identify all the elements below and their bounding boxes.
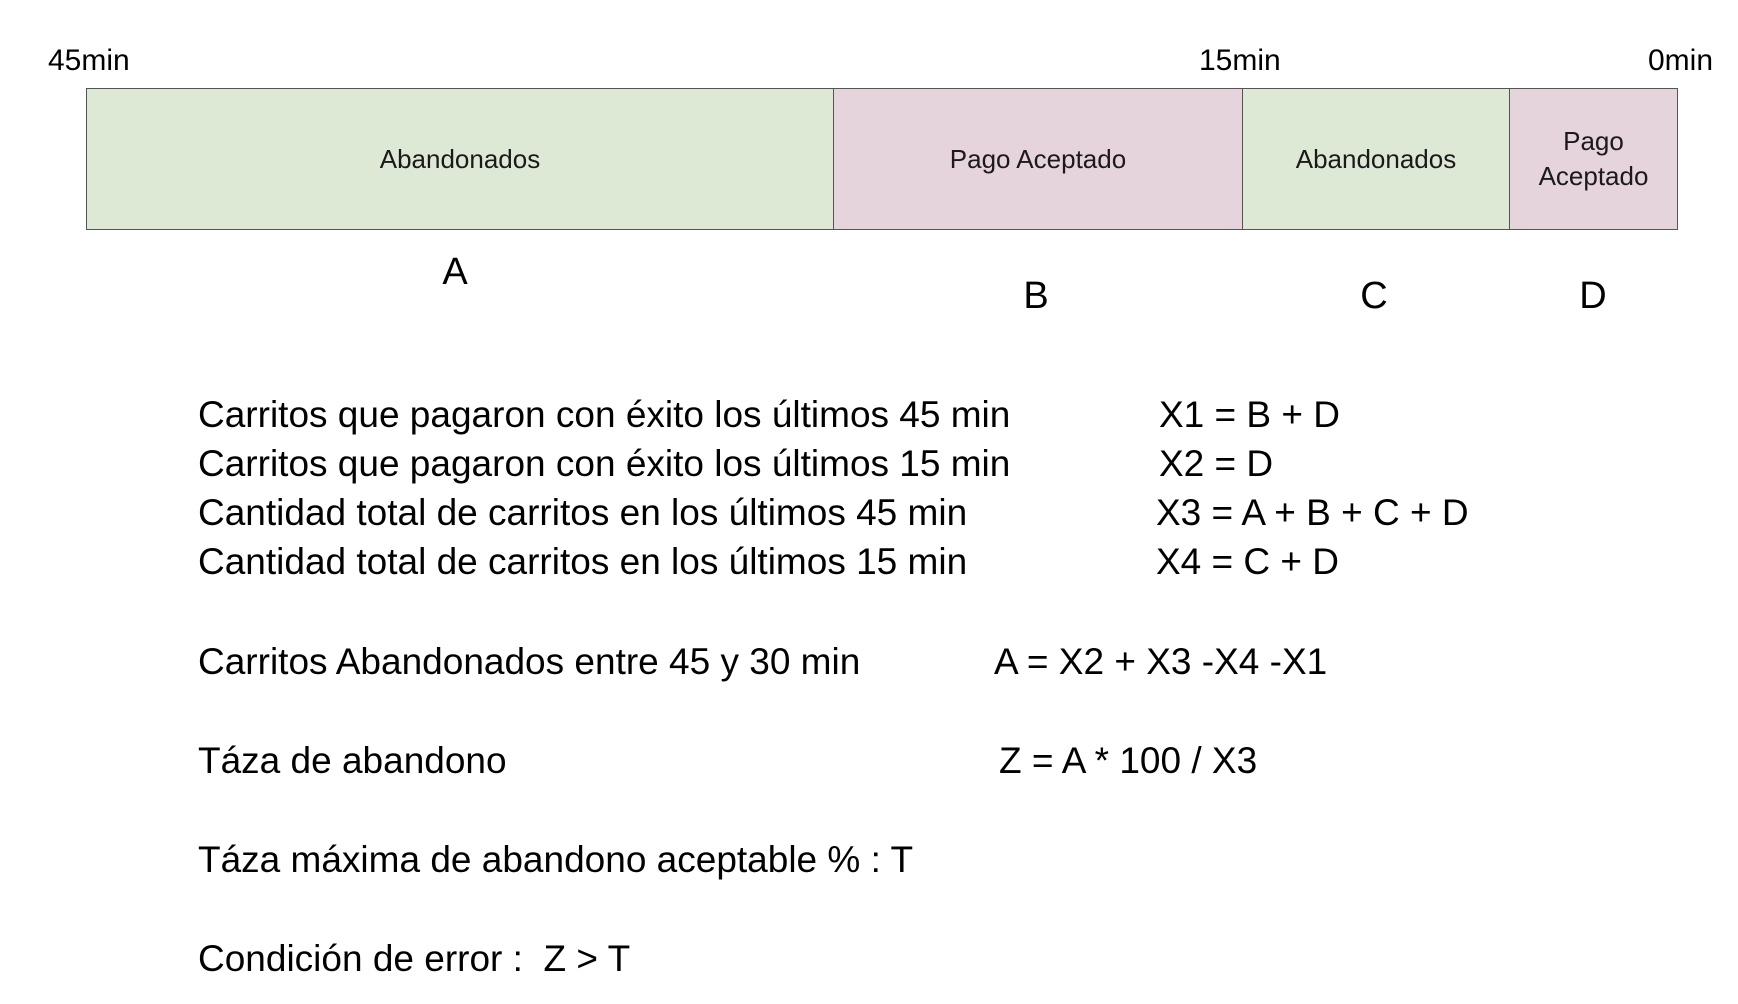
formula-x3-description: Cantidad total de carritos en los último… — [198, 492, 968, 533]
segment-d-label: Pago Aceptado — [1538, 126, 1649, 191]
formula-x4-description: Cantidad total de carritos en los último… — [198, 541, 968, 582]
threshold-statement: Táza máxima de abandono aceptable % : T — [198, 839, 914, 880]
segment-c: Abandonados — [1242, 89, 1509, 229]
formula-x3-expression: X3 = A + B + C + D — [1156, 492, 1469, 533]
error-condition-statement: Condición de error : Z > T — [198, 938, 631, 979]
segment-c-label: Abandonados — [1295, 143, 1457, 174]
segment-b-label: Pago Aceptado — [949, 143, 1127, 174]
segment-letter-a: A — [442, 251, 468, 293]
segment-letter-b: B — [1023, 275, 1049, 317]
segment-letter-d: D — [1579, 275, 1607, 317]
segment-a: Abandonados — [87, 89, 833, 229]
formula-rate-expression: Z = A * 100 / X3 — [999, 740, 1258, 781]
formula-x2-description: Carritos que pagaron con éxito los últim… — [198, 443, 1011, 484]
formula-abandoned-expression: A = X2 + X3 -X4 -X1 — [994, 641, 1328, 682]
time-marker-0min: 0min — [1648, 44, 1714, 77]
timeline-bar: Abandonados Pago Aceptado Abandonados Pa… — [86, 88, 1678, 230]
formula-rate-description: Táza de abandono — [198, 740, 507, 781]
time-marker-45min: 45min — [48, 44, 130, 77]
formula-x1-description: Carritos que pagaron con éxito los últim… — [198, 394, 1011, 435]
formula-x2-expression: X2 = D — [1159, 443, 1274, 484]
segment-letter-c: C — [1360, 275, 1388, 317]
segment-b: Pago Aceptado — [833, 89, 1242, 229]
formula-x1-expression: X1 = B + D — [1159, 394, 1340, 435]
segment-a-label: Abandonados — [379, 143, 541, 174]
segment-d: Pago Aceptado — [1509, 89, 1677, 229]
time-marker-15min: 15min — [1199, 44, 1281, 77]
formula-abandoned-description: Carritos Abandonados entre 45 y 30 min — [198, 641, 861, 682]
formula-x4-expression: X4 = C + D — [1156, 541, 1340, 582]
